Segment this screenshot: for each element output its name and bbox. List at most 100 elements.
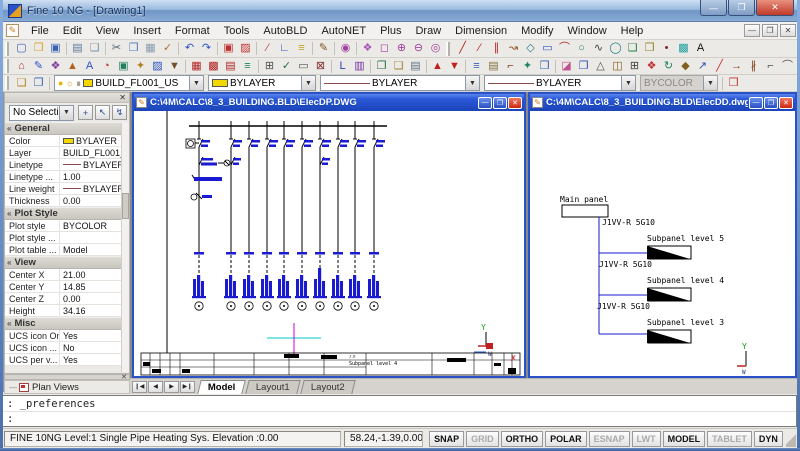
autobld-symbols-icon[interactable]: ❖ [47, 59, 64, 74]
tab-layout2[interactable]: Layout2 [301, 380, 356, 394]
autonet-grid-2-icon[interactable]: ▩ [205, 59, 222, 74]
polyline-icon[interactable]: ↝ [505, 41, 522, 56]
hatch-icon[interactable]: ▩ [675, 41, 692, 56]
menu-modify[interactable]: Modify [514, 23, 560, 39]
chevron-down-icon[interactable]: ▼ [301, 76, 315, 90]
quick-select-icon[interactable]: ↯ [112, 105, 127, 120]
prop-row[interactable]: Line weight BYLAYER [5, 183, 129, 195]
stretch-icon[interactable]: ↗ [694, 59, 711, 74]
prop-row[interactable]: Center Z 0.00 [5, 293, 129, 305]
redo-icon[interactable]: ↷ [198, 41, 215, 56]
drawing-canvas[interactable]: YWJ.DSubpanel level 4✗ [134, 111, 524, 376]
drawing-canvas[interactable]: Y W Main panel J1VV-R 5G10 J1VV-R 5G10 J… [530, 111, 795, 376]
close-icon[interactable]: ✕ [116, 94, 129, 102]
arc-icon[interactable]: ⌒ [556, 41, 573, 56]
zoom-in-icon[interactable]: ⊕ [393, 41, 410, 56]
fillet-icon[interactable]: ⌒ [779, 59, 796, 74]
layer-corner-icon[interactable]: ⌐ [502, 59, 519, 74]
menu-plus[interactable]: Plus [373, 23, 408, 39]
zoom-out-icon[interactable]: ⊖ [410, 41, 427, 56]
menu-window[interactable]: Window [561, 23, 614, 39]
prop-section-view[interactable]: « View ▴ [5, 256, 129, 269]
line-icon[interactable]: ╱ [454, 41, 471, 56]
prop-row[interactable]: UCS icon ... No [5, 342, 129, 354]
angle-measure-icon[interactable]: ∟ [276, 41, 293, 56]
text-icon[interactable]: A [692, 41, 709, 56]
extend-icon[interactable]: → [728, 59, 745, 74]
menu-insert[interactable]: Insert [126, 23, 168, 39]
mdi-close-button[interactable]: ✕ [780, 24, 796, 37]
copy-tool-c-icon[interactable]: ▤ [407, 59, 424, 74]
prop-section-misc[interactable]: « Misc ▴ [5, 317, 129, 330]
polygon-icon[interactable]: ◇ [522, 41, 539, 56]
drawing-window-elecdp[interactable]: ✎ C:\4M\CALC\8_3_BUILDING.BLD\ElecDP.DWG… [132, 92, 526, 378]
drawing-system-icon[interactable]: ✎ [6, 24, 19, 37]
distance-line-icon[interactable]: ∕ [259, 41, 276, 56]
menu-view[interactable]: View [89, 23, 127, 39]
autonet-grid-1-icon[interactable]: ▦ [188, 59, 205, 74]
plot-markup-1-icon[interactable]: ▣ [220, 41, 237, 56]
menu-dimension[interactable]: Dimension [448, 23, 514, 39]
tab-next-icon[interactable]: ▶ [164, 381, 179, 393]
color-dropdown[interactable]: BYLAYER ▼ [208, 75, 316, 91]
drawing-window-titlebar[interactable]: ✎ C:\4M\CALC\8_3_BUILDING.BLD\ElecDP.DWG… [134, 94, 524, 111]
chevron-down-icon[interactable]: ▼ [189, 76, 203, 90]
autobld-building-icon[interactable]: ⌂ [13, 59, 30, 74]
array-icon[interactable]: ⊞ [626, 59, 643, 74]
point-icon[interactable]: • [658, 41, 675, 56]
save-icon[interactable]: ▣ [47, 41, 64, 56]
menu-tools[interactable]: Tools [217, 23, 257, 39]
restore-button[interactable]: ❐ [493, 97, 507, 109]
cut-icon[interactable]: ✂ [108, 41, 125, 56]
window-grid-icon[interactable]: ⊞ [261, 59, 278, 74]
prop-row[interactable]: Center X 21.00 [5, 269, 129, 281]
toggle-tablet[interactable]: TABLET [707, 431, 752, 447]
offset-icon[interactable]: ◫ [609, 59, 626, 74]
menu-autobld[interactable]: AutoBLD [256, 23, 314, 39]
print-icon[interactable]: ▤ [69, 41, 86, 56]
palette-scrollbar[interactable] [121, 123, 129, 372]
autobld-text-icon[interactable]: A [81, 59, 98, 74]
tab-last-icon[interactable]: ▶❙ [180, 381, 195, 393]
maximize-button[interactable]: ❐ [728, 0, 755, 16]
mdi-restore-button[interactable]: ❐ [762, 24, 778, 37]
select-objects-icon[interactable]: ↖ [95, 105, 110, 120]
restore-button[interactable]: ❐ [764, 97, 778, 109]
layer-flat-icon[interactable]: ≡ [468, 59, 485, 74]
minimize-button[interactable]: — [749, 97, 763, 109]
vertical-tool-icon[interactable]: L [334, 59, 351, 74]
layer-block-icon[interactable]: ❒ [536, 59, 553, 74]
toggle-snap[interactable]: SNAP [429, 431, 464, 447]
close-button[interactable]: ✕ [756, 0, 794, 16]
toggle-ortho[interactable]: ORTHO [501, 431, 544, 447]
linetype-dropdown[interactable]: BYLAYER ▼ [320, 75, 480, 91]
drawing-window-titlebar[interactable]: ✎ C:\4M\CALC\8_3_BUILDING.BLD\ElecDD.dwg… [530, 94, 795, 111]
toggle-lwt[interactable]: LWT [632, 431, 661, 447]
spline-icon[interactable]: ∿ [590, 41, 607, 56]
chevron-down-icon[interactable]: ▼ [59, 106, 73, 120]
open-folder-icon[interactable]: ❐ [30, 41, 47, 56]
match-properties-icon[interactable]: ✓ [159, 41, 176, 56]
prop-row[interactable]: Layer BUILD_FL001_US [5, 147, 129, 159]
prop-section-plot-style[interactable]: « Plot Style ▴ [5, 207, 129, 220]
layer-list-icon[interactable]: ▤ [485, 59, 502, 74]
level-up-icon[interactable]: ▲ [429, 59, 446, 74]
autonet-levels-icon[interactable]: ≡ [239, 59, 256, 74]
mirror-icon[interactable]: △ [592, 59, 609, 74]
layer-dropdown[interactable]: ● ☼ ∎ BUILD_FL001_US ▼ [54, 75, 204, 91]
plot-markup-2-icon[interactable]: ▨ [237, 41, 254, 56]
tab-prev-icon[interactable]: ◀ [148, 381, 163, 393]
prop-row[interactable]: Plot style ... [5, 232, 129, 244]
autobld-star-icon[interactable]: ✦ [132, 59, 149, 74]
close-button[interactable]: ✕ [508, 97, 522, 109]
level-down-icon[interactable]: ▼ [446, 59, 463, 74]
layers-manager-icon[interactable]: ❏ [13, 76, 30, 91]
autobld-edit-icon[interactable]: ✎ [30, 59, 47, 74]
selection-dropdown[interactable]: No Selection ▼ [9, 105, 74, 121]
prop-row[interactable]: UCS icon On Yes [5, 330, 129, 342]
toggle-dyn[interactable]: DYN [754, 431, 783, 447]
chevron-down-icon[interactable]: ▼ [621, 76, 635, 90]
rect-view-icon[interactable]: ▭ [295, 59, 312, 74]
chamfer-icon[interactable]: ⌐ [762, 59, 779, 74]
autobld-hatch-icon[interactable]: ▨ [149, 59, 166, 74]
